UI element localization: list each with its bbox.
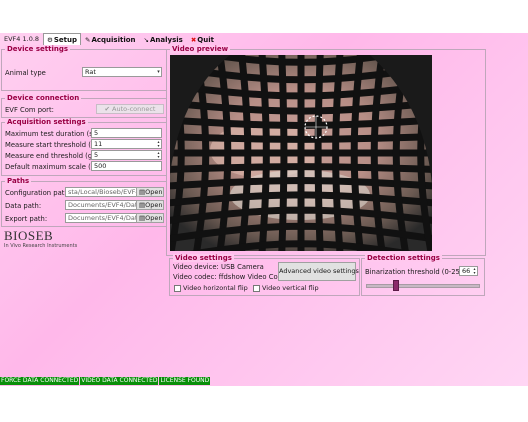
section-title: Video preview: [170, 45, 231, 53]
advanced-video-settings-button[interactable]: Advanced video settings: [278, 262, 359, 281]
binarization-threshold-value: 66: [462, 267, 471, 275]
config-path-value: sta/Local/Bioseb/EVF4: [68, 188, 138, 196]
plug-icon: ✔: [104, 105, 113, 113]
bioseb-logo: BIOSEB In Vivo Research Instruments: [4, 228, 77, 249]
tab-label: Quit: [197, 35, 214, 44]
video-settings-panel: Video settings Video device: USB Camera …: [169, 254, 360, 296]
data-path-value: Documents/EVF4/Data: [68, 201, 138, 209]
status-bar: FORCE DATA CONNECTED VIDEO DATA CONNECTE…: [0, 377, 211, 385]
video-device-label: Video device: USB Camera: [173, 263, 264, 271]
start-threshold-stepper[interactable]: 11 ▴ ▾: [91, 139, 162, 149]
video-codec-label: Video codec: ffdshow Video Codec: [173, 273, 290, 281]
com-port-label: EVF Com port:: [5, 106, 54, 114]
device-settings-panel: Device settings Animal type Rat ▾: [1, 45, 167, 91]
animal-type-label: Animal type: [5, 69, 46, 77]
section-title: Acquisition settings: [5, 118, 88, 126]
tab-quit[interactable]: ✖ Quit: [187, 33, 218, 45]
auto-connect-label: Auto-connect: [112, 105, 156, 113]
spin-arrows-icon: ▴ ▾: [157, 139, 160, 148]
tab-setup[interactable]: ⚙ Setup: [43, 33, 82, 45]
binarization-slider-handle[interactable]: [393, 280, 400, 291]
video-data-status: VIDEO DATA CONNECTED: [80, 377, 159, 385]
checkbox-box: [174, 284, 181, 292]
device-connection-panel: Device connection EVF Com port: ✔ Auto-c…: [1, 94, 167, 118]
tab-label: Acquisition: [91, 35, 136, 44]
app-version: EVF4 1.0.8: [4, 35, 40, 43]
open-label: Open: [145, 214, 163, 222]
end-threshold-label: Measure end threshold (g):: [5, 152, 98, 160]
license-status: LICENSE FOUND: [159, 377, 211, 385]
section-title: Device connection: [5, 94, 82, 102]
binarization-threshold-label: Binarization threshold (0-255): [365, 268, 467, 276]
config-path-input[interactable]: sta/Local/Bioseb/EVF4: [65, 187, 138, 197]
tab-analysis[interactable]: ↘ Analysis: [140, 33, 187, 45]
export-path-label: Export path:: [5, 215, 48, 223]
data-path-input[interactable]: Documents/EVF4/Data: [65, 200, 138, 210]
section-title: Paths: [5, 177, 32, 185]
export-path-value: Documents/EVF4/Data: [68, 214, 138, 222]
logo-brand: BIOSEB: [4, 228, 54, 243]
video-device-label-text: Video device:: [173, 263, 219, 271]
start-threshold-label: Measure start threshold (g):: [5, 141, 101, 149]
logo-tagline: In Vivo Research Instruments: [4, 243, 78, 249]
end-threshold-stepper[interactable]: 5 ▴ ▾: [91, 150, 162, 160]
force-data-status: FORCE DATA CONNECTED: [0, 377, 80, 385]
max-duration-input[interactable]: 5: [91, 128, 162, 138]
video-horizontal-flip-checkbox[interactable]: Video horizontal flip: [174, 284, 248, 292]
max-duration-value: 5: [94, 129, 99, 137]
start-threshold-value: 11: [94, 140, 103, 148]
data-path-label: Data path:: [5, 202, 42, 210]
export-path-input[interactable]: Documents/EVF4/Data: [65, 213, 138, 223]
max-scale-input[interactable]: 500: [91, 161, 162, 171]
tab-acquisition[interactable]: ✎ Acquisition: [81, 33, 140, 45]
animal-type-value: Rat: [85, 68, 96, 76]
export-path-open-button[interactable]: ▤Open: [136, 213, 164, 223]
spin-arrows-icon: ▴ ▾: [157, 150, 160, 159]
binarization-threshold-stepper[interactable]: 66 ▴ ▾: [459, 266, 478, 276]
section-title: Video settings: [173, 254, 234, 262]
checkbox-box: [253, 284, 260, 292]
chevron-down-icon: ▾: [157, 69, 160, 75]
max-scale-value: 500: [94, 162, 107, 170]
video-codec-label-text: Video codec:: [173, 273, 217, 281]
animal-type-select[interactable]: Rat ▾: [82, 67, 162, 77]
video-preview-image: [170, 55, 432, 251]
config-path-label: Configuration path:: [5, 189, 71, 197]
data-path-open-button[interactable]: ▤Open: [136, 200, 164, 210]
tab-label: Setup: [53, 35, 78, 44]
open-label: Open: [145, 188, 163, 196]
detection-settings-panel: [361, 342, 483, 343]
tab-bar: EVF4 1.0.8 ⚙ Setup ✎ Acquisition ↘ Analy…: [0, 33, 528, 45]
section-title: Detection settings: [365, 254, 442, 262]
video-device-value: USB Camera: [221, 263, 264, 271]
open-label: Open: [145, 201, 163, 209]
acquisition-settings-panel: Acquisition settings Maximum test durati…: [1, 118, 167, 176]
tab-label: Analysis: [150, 35, 183, 44]
binarization-slider-track[interactable]: [366, 284, 480, 288]
end-threshold-value: 5: [94, 151, 99, 159]
detection-settings-box: Detection settings Binarization threshol…: [361, 254, 485, 296]
vflip-label: Video vertical flip: [262, 284, 319, 292]
analysis-icon: ↘: [143, 35, 149, 44]
auto-connect-button[interactable]: ✔ Auto-connect: [96, 104, 164, 114]
camera-feed: [170, 55, 432, 251]
spin-arrows-icon: ▴ ▾: [473, 266, 476, 275]
quit-icon: ✖: [190, 35, 197, 44]
video-vertical-flip-checkbox[interactable]: Video vertical flip: [253, 284, 319, 292]
hflip-label: Video horizontal flip: [183, 284, 248, 292]
acquisition-icon: ✎: [85, 35, 91, 44]
gear-icon: ⚙: [47, 35, 53, 44]
paths-panel: Paths Configuration path: sta/Local/Bios…: [1, 177, 167, 227]
max-duration-label: Maximum test duration (s):: [5, 130, 98, 138]
section-title: Device settings: [5, 45, 71, 53]
max-scale-label: Default maximum scale (g):: [5, 163, 100, 171]
config-path-open-button[interactable]: ▤Open: [136, 187, 164, 197]
